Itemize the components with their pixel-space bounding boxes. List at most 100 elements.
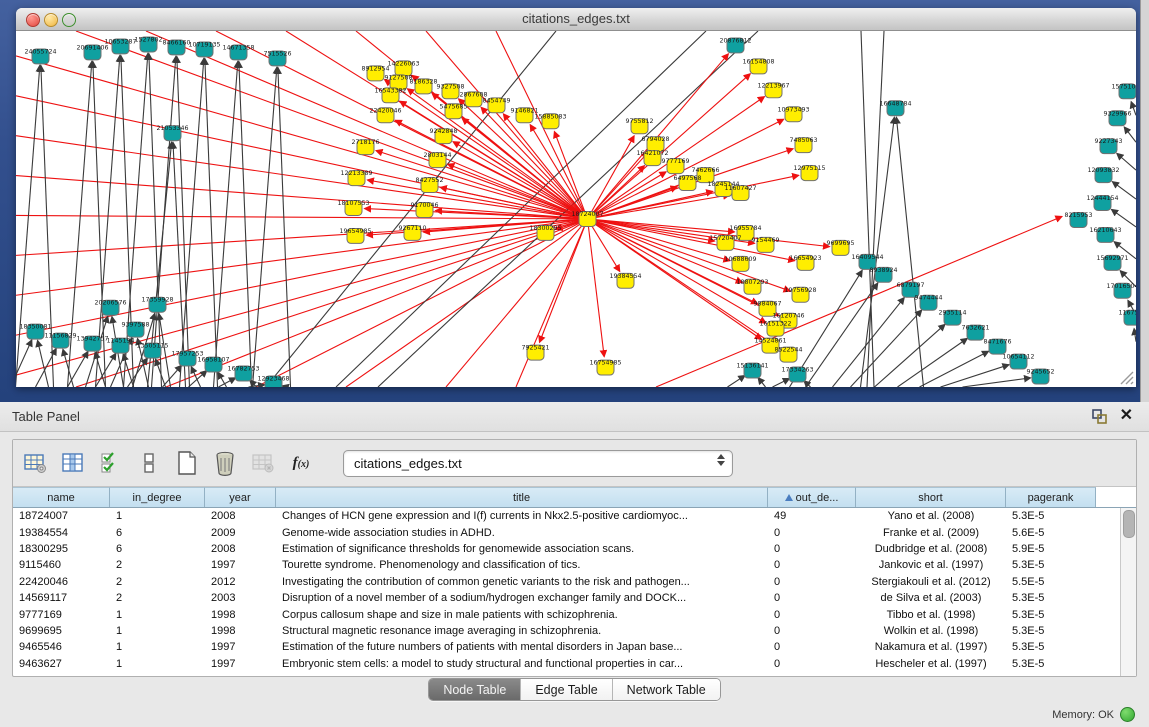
graph-node-label: 9127508 bbox=[384, 74, 412, 81]
column-header-in_degree[interactable]: in_degree bbox=[110, 487, 205, 507]
graph-node-label: 12213967 bbox=[757, 82, 789, 89]
graph-node-label: 9329966 bbox=[1103, 110, 1131, 117]
table-cell: Franke et al. (2009) bbox=[856, 527, 1006, 539]
new-column-icon[interactable] bbox=[173, 449, 201, 477]
memory-status-icon bbox=[1120, 707, 1135, 722]
graph-node-label: 10688609 bbox=[724, 256, 756, 263]
graph-node-label: 11607427 bbox=[724, 185, 756, 192]
table-cell: 1 bbox=[110, 641, 205, 653]
graph-node-label: 16120746 bbox=[772, 313, 804, 320]
graph-node-label: 9699695 bbox=[826, 240, 854, 247]
table-cell: 0 bbox=[768, 625, 856, 637]
table-cell: Dudbridge et al. (2008) bbox=[856, 543, 1006, 555]
tab-network-table[interactable]: Network Table bbox=[613, 679, 720, 700]
table-row[interactable]: 946554611997Estimation of the future num… bbox=[13, 639, 1121, 655]
graph-node-label: 8427552 bbox=[415, 177, 443, 184]
table-row[interactable]: 2242004622012Investigating the contribut… bbox=[13, 574, 1121, 590]
graph-node-label: 14226063 bbox=[387, 60, 419, 67]
table-cell: 5.3E-5 bbox=[1006, 592, 1096, 604]
table-row[interactable]: 1830029562008Estimation of significance … bbox=[13, 541, 1121, 557]
row-check-icon[interactable] bbox=[97, 449, 125, 477]
table-cell: 0 bbox=[768, 527, 856, 539]
scrollbar-thumb[interactable] bbox=[1123, 510, 1135, 538]
float-panel-icon[interactable] bbox=[1092, 409, 1107, 424]
column-header-name[interactable]: name bbox=[13, 487, 110, 507]
table-cell: 0 bbox=[768, 641, 856, 653]
table-cell: 0 bbox=[768, 576, 856, 588]
table-settings-icon[interactable] bbox=[21, 449, 49, 477]
rows-icon[interactable] bbox=[135, 449, 163, 477]
graph-node-label: 16154808 bbox=[742, 58, 774, 65]
table-cell: 0 bbox=[768, 592, 856, 604]
network-window[interactable]: citations_edges.txt 18724007891295414226… bbox=[16, 8, 1136, 387]
column-header-pagerank[interactable]: pagerank bbox=[1006, 487, 1096, 507]
table-cell: 1997 bbox=[205, 658, 276, 670]
column-header-label: out_de... bbox=[796, 492, 839, 504]
graph-node-label: 10719135 bbox=[188, 41, 220, 48]
table-row[interactable]: 1938455462009Genome-wide association stu… bbox=[13, 524, 1121, 540]
table-cell: 5.6E-5 bbox=[1006, 527, 1096, 539]
delete-column-icon[interactable] bbox=[211, 449, 239, 477]
table-cell: 1997 bbox=[205, 559, 276, 571]
graph-node-label: 15885083 bbox=[534, 113, 566, 120]
column-header-year[interactable]: year bbox=[205, 487, 276, 507]
column-header-label: in_degree bbox=[133, 492, 182, 504]
table-cell: Wolkin et al. (1998) bbox=[856, 625, 1006, 637]
table-cell: 2009 bbox=[205, 527, 276, 539]
table-cell: Nakamura et al. (1997) bbox=[856, 641, 1006, 653]
table-cell: Changes of HCN gene expression and I(f) … bbox=[276, 510, 768, 522]
table-row[interactable]: 977716911998Corpus callosum shape and si… bbox=[13, 606, 1121, 622]
table-row[interactable]: 946362711997Embryonic stem cells: a mode… bbox=[13, 656, 1121, 672]
table-cell: Estimation of significance thresholds fo… bbox=[276, 543, 768, 555]
graph-node-label: 1145194 bbox=[106, 338, 134, 345]
graph-node-label: 17016504 bbox=[1106, 283, 1136, 290]
column-header-label: year bbox=[229, 492, 250, 504]
close-panel-icon[interactable]: ✕ bbox=[1120, 406, 1133, 426]
graph-node-label: 15692971 bbox=[1096, 255, 1128, 262]
graph-node-label: 9227343 bbox=[1094, 138, 1122, 145]
tab-node-table[interactable]: Node Table bbox=[429, 679, 521, 700]
column-visibility-icon[interactable] bbox=[59, 449, 87, 477]
graph-node-label: 8454749 bbox=[482, 97, 510, 104]
table-cell: 0 bbox=[768, 559, 856, 571]
table-cell: 0 bbox=[768, 543, 856, 555]
graph-node-label: 11156829 bbox=[44, 333, 76, 340]
network-canvas[interactable]: 1872400789129541422606391275088186328165… bbox=[16, 31, 1136, 387]
graph-node-label: 20206576 bbox=[94, 300, 126, 307]
graph-node-label: 18724007 bbox=[571, 211, 603, 218]
graph-node-label: 9884067 bbox=[753, 301, 781, 308]
sort-ascending-icon bbox=[785, 494, 793, 501]
column-header-out_de[interactable]: out_de... bbox=[768, 487, 856, 507]
table-cell: 2003 bbox=[205, 592, 276, 604]
table-row[interactable]: 1872400712008Changes of HCN gene express… bbox=[13, 508, 1121, 524]
graph-node-label: 16958107 bbox=[197, 357, 229, 364]
table-cell: Tibbo et al. (1998) bbox=[856, 609, 1006, 621]
graph-node-label: 13942757 bbox=[76, 336, 108, 343]
table-row[interactable]: 969969511998Structural magnetic resonanc… bbox=[13, 623, 1121, 639]
column-header-short[interactable]: short bbox=[856, 487, 1006, 507]
resize-grip-icon[interactable] bbox=[1118, 369, 1134, 385]
graph-node-label: 21053346 bbox=[156, 125, 188, 132]
table-panel-title: Table Panel bbox=[12, 409, 80, 424]
table-row[interactable]: 1456911722003Disruption of a novel membe… bbox=[13, 590, 1121, 606]
table-source-dropdown[interactable]: citations_edges.txt bbox=[343, 450, 733, 477]
graph-node-label: 9154469 bbox=[751, 237, 779, 244]
graph-node-label: 12923468 bbox=[257, 376, 289, 383]
node-table: name in_degree year title out_de... shortpage… bbox=[13, 487, 1136, 676]
graph-node-label: 7925421 bbox=[521, 345, 549, 352]
table-cell: 22420046 bbox=[13, 576, 110, 588]
graph-node-label: 12444154 bbox=[1086, 195, 1118, 202]
function-builder-icon[interactable]: f(x) bbox=[287, 449, 315, 477]
graph-node-label: 7515526 bbox=[263, 50, 291, 57]
table-cell: Genome-wide association studies in ADHD. bbox=[276, 527, 768, 539]
graph-node-label: 10653287 bbox=[104, 38, 136, 45]
graph-node-label: 9397588 bbox=[121, 322, 149, 329]
vertical-scrollbar[interactable] bbox=[1120, 508, 1136, 676]
graph-node-label: 12213389 bbox=[340, 170, 372, 177]
graph-node-label: 9245652 bbox=[1026, 369, 1054, 376]
table-row[interactable]: 911546021997Tourette syndrome. Phenomeno… bbox=[13, 557, 1121, 573]
network-window-titlebar[interactable]: citations_edges.txt bbox=[16, 8, 1136, 31]
graph-node-label: 16151322 bbox=[759, 321, 791, 328]
column-header-title[interactable]: title bbox=[276, 487, 768, 507]
tab-edge-table[interactable]: Edge Table bbox=[521, 679, 612, 700]
